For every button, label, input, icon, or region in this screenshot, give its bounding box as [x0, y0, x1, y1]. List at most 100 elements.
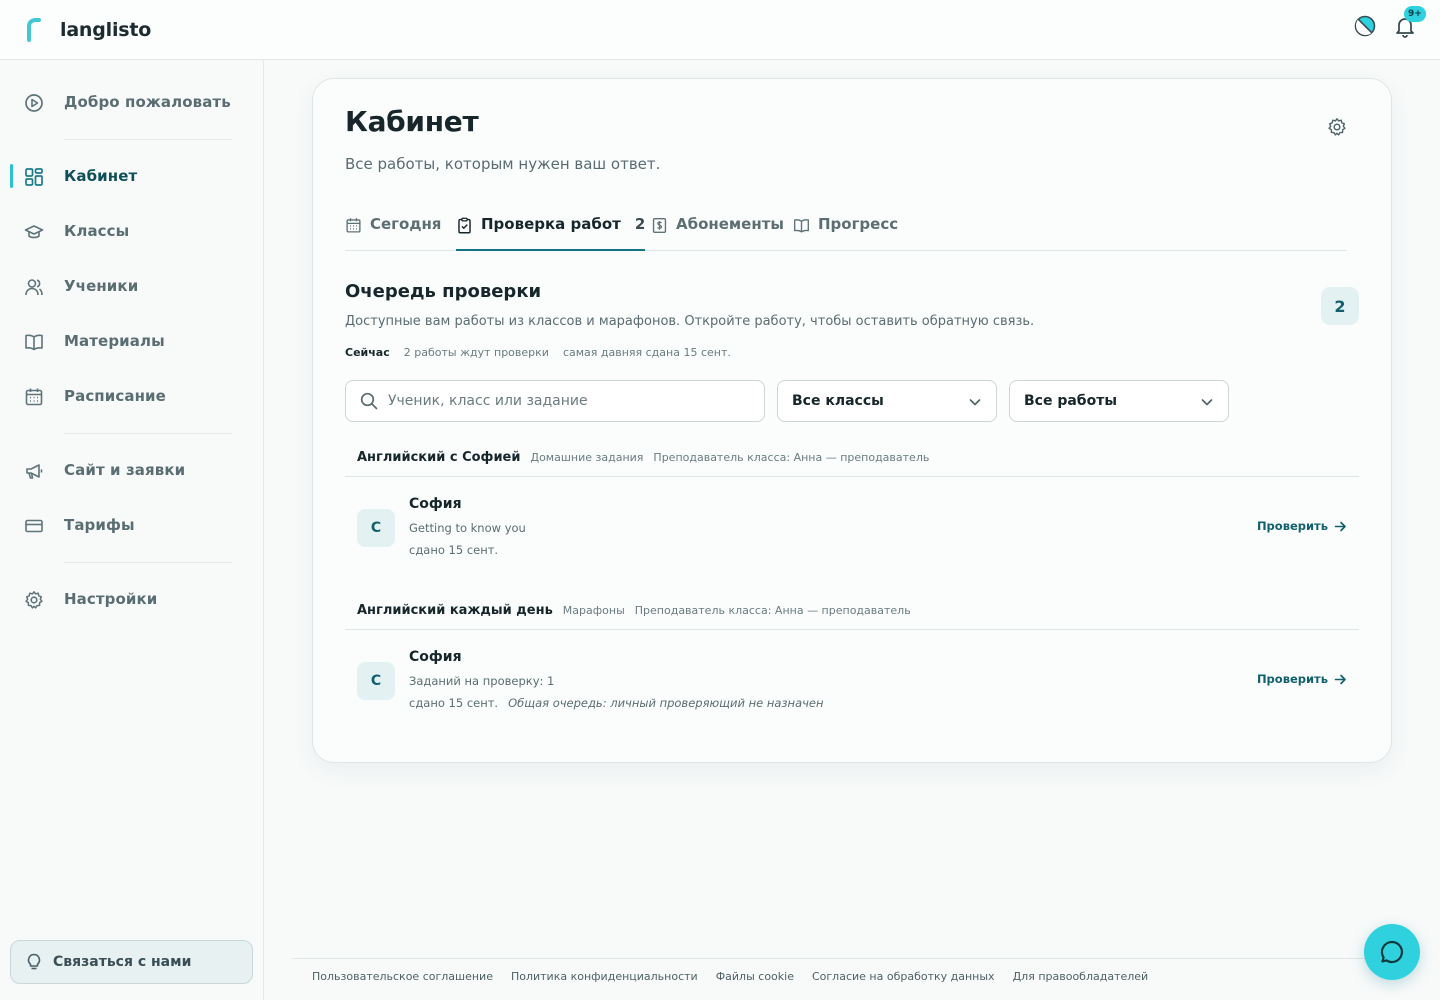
- class-group-header: Английский с Софией Домашние задания Пре…: [345, 439, 1359, 477]
- top-bar: langlisto 9+: [0, 0, 1440, 60]
- sidebar-item-label: Ученики: [64, 277, 139, 295]
- classes-select[interactable]: Все классы: [777, 380, 997, 422]
- queue-count-badge: 2: [1321, 287, 1359, 325]
- classes-select-value: Все классы: [792, 393, 884, 409]
- assignment-count: Заданий на проверку: 1: [409, 674, 555, 688]
- footer-link-privacy[interactable]: Политика конфиденциальности: [511, 970, 698, 983]
- contact-us-label: Связаться с нами: [53, 954, 192, 970]
- avatar: С: [357, 509, 395, 547]
- submitted-date: сдано 15 сент.: [409, 543, 499, 557]
- theme-toggle-icon[interactable]: [1354, 15, 1376, 37]
- sidebar-item-dashboard[interactable]: Кабинет: [0, 156, 263, 196]
- sidebar-item-classes[interactable]: Классы: [0, 211, 263, 251]
- assignment-title: Getting to know you: [409, 521, 526, 535]
- tab-review[interactable]: Проверка работ 2: [456, 215, 646, 251]
- stats-waiting: 2 работы ждут проверки: [403, 346, 549, 359]
- lightbulb-icon: [25, 953, 43, 971]
- tab-label: Проверка работ: [481, 215, 621, 233]
- footer-link-cookies[interactable]: Файлы cookie: [716, 970, 794, 983]
- sidebar: Добро пожаловать Кабинет Классы Ученики …: [0, 60, 264, 1000]
- sidebar-divider: [64, 562, 232, 563]
- sidebar-item-materials[interactable]: Материалы: [0, 321, 263, 361]
- sidebar-item-students[interactable]: Ученики: [0, 266, 263, 306]
- class-group-teacher: Преподаватель класса: Анна — преподавате…: [653, 451, 930, 464]
- class-group-type: Домашние задания: [530, 451, 644, 464]
- sidebar-item-settings[interactable]: Настройки: [0, 579, 263, 619]
- sidebar-item-label: Расписание: [64, 387, 166, 405]
- queue-note: Общая очередь: личный проверяющий не наз…: [508, 696, 824, 710]
- class-group-teacher: Преподаватель класса: Анна — преподавате…: [634, 604, 911, 617]
- tab-today[interactable]: Сегодня: [345, 215, 441, 251]
- book-open-icon: [24, 332, 44, 352]
- sidebar-item-label: Настройки: [64, 590, 158, 608]
- megaphone-icon: [24, 461, 44, 481]
- stats-oldest: самая давняя сдана 15 сент.: [562, 346, 731, 359]
- notifications-bell-icon[interactable]: 9+: [1394, 6, 1426, 38]
- submitted-date: сдано 15 сент.: [409, 696, 499, 710]
- dashboard-grid-icon: [24, 167, 44, 187]
- sidebar-divider: [64, 433, 232, 434]
- sidebar-item-label: Материалы: [64, 332, 165, 350]
- sidebar-item-label: Сайт и заявки: [64, 461, 186, 479]
- footer-links: Пользовательское соглашение Политика кон…: [312, 970, 1148, 983]
- tab-label: Сегодня: [370, 215, 442, 233]
- sidebar-item-welcome[interactable]: Добро пожаловать: [0, 82, 263, 122]
- queue-stats: Сейчас 2 работы ждут проверки самая давн…: [345, 346, 731, 359]
- contact-us-button[interactable]: Связаться с нами: [10, 940, 253, 984]
- dollar-doc-icon: [651, 217, 668, 234]
- play-circle-icon: [24, 93, 44, 113]
- footer-link-terms[interactable]: Пользовательское соглашение: [312, 970, 493, 983]
- logo[interactable]: langlisto: [26, 17, 152, 42]
- calendar-icon: [345, 217, 362, 234]
- sidebar-item-label: Тарифы: [64, 516, 135, 534]
- submission-meta: сдано 15 сент. Общая очередь: личный про…: [409, 696, 824, 710]
- class-group-name: Английский с Софией: [357, 450, 521, 465]
- tab-progress[interactable]: Прогресс: [793, 215, 898, 251]
- app-name: langlisto: [60, 18, 152, 41]
- page-subtitle: Все работы, которым нужен ваш ответ.: [345, 155, 661, 173]
- review-row[interactable]: С София Getting to know you сдано 15 сен…: [345, 479, 1359, 561]
- chevron-down-icon: [1200, 395, 1214, 409]
- student-name: София: [409, 649, 462, 665]
- review-button-label: Проверить: [1256, 519, 1328, 533]
- search-input[interactable]: [388, 393, 748, 409]
- chat-button[interactable]: [1364, 924, 1420, 980]
- review-button[interactable]: Проверить: [1257, 519, 1347, 533]
- class-group-name: Английский каждый день: [357, 603, 553, 618]
- arrow-right-icon: [1334, 673, 1347, 686]
- stats-now-label: Сейчас: [345, 346, 390, 359]
- sidebar-item-label: Добро пожаловать: [64, 93, 231, 111]
- arrow-right-icon: [1334, 520, 1347, 533]
- dashboard-tabs: Сегодня Проверка работ 2 Абонементы Прог…: [345, 201, 1347, 251]
- tab-count: 2: [634, 215, 646, 233]
- search-field[interactable]: [345, 380, 765, 422]
- review-queue-description: Доступные вам работы из классов и марафо…: [345, 314, 1035, 329]
- class-group-type: Марафоны: [562, 604, 625, 617]
- footer: Пользовательское соглашение Политика кон…: [292, 958, 1420, 1000]
- footer-link-consent[interactable]: Согласие на обработку данных: [812, 970, 995, 983]
- tab-label: Абонементы: [676, 215, 784, 233]
- book-open-icon: [793, 217, 810, 234]
- graduation-cap-icon: [24, 222, 44, 242]
- works-select-value: Все работы: [1024, 393, 1117, 409]
- sidebar-item-label: Классы: [64, 222, 130, 240]
- page-title: Кабинет: [345, 105, 479, 138]
- gear-icon: [24, 590, 44, 610]
- review-row[interactable]: С София Заданий на проверку: 1 сдано 15 …: [345, 632, 1359, 714]
- search-icon: [360, 392, 378, 410]
- footer-link-rightholders[interactable]: Для правообладателей: [1013, 970, 1149, 983]
- chevron-down-icon: [968, 395, 982, 409]
- dashboard-settings-gear-icon[interactable]: [1327, 117, 1347, 137]
- review-queue-title: Очередь проверки: [345, 281, 542, 302]
- sidebar-item-label: Кабинет: [64, 167, 138, 185]
- logo-mark-icon: [27, 17, 41, 42]
- review-button-label: Проверить: [1256, 672, 1328, 686]
- calendar-icon: [24, 387, 44, 407]
- sidebar-item-schedule[interactable]: Расписание: [0, 376, 263, 416]
- tab-subscriptions[interactable]: Абонементы: [651, 215, 784, 251]
- sidebar-item-tariffs[interactable]: Тарифы: [0, 505, 263, 545]
- sidebar-divider: [64, 139, 232, 140]
- works-select[interactable]: Все работы: [1009, 380, 1229, 422]
- sidebar-item-site-requests[interactable]: Сайт и заявки: [0, 450, 263, 490]
- review-button[interactable]: Проверить: [1257, 672, 1347, 686]
